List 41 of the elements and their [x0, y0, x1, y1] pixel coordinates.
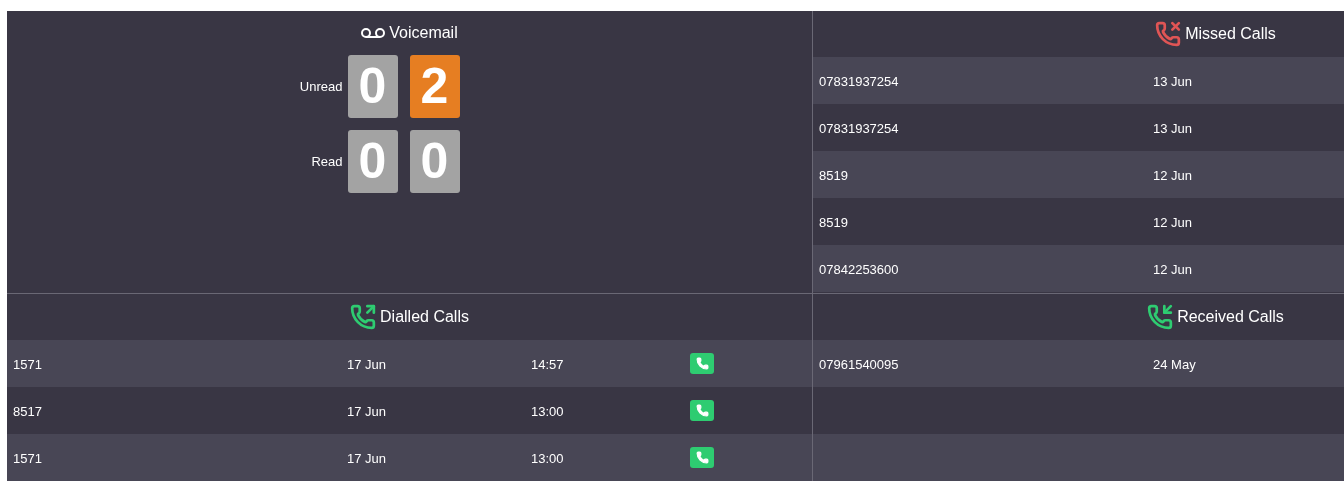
panel-title: Voicemail — [389, 23, 458, 43]
phone-number: 07961540095 — [819, 356, 899, 374]
phone-number: 8519 — [819, 167, 848, 185]
phone-number: 07831937254 — [819, 73, 899, 91]
call-button[interactable] — [690, 400, 714, 421]
phone-number: 07831937254 — [819, 120, 899, 138]
panel-title: Received Calls — [1177, 307, 1284, 327]
call-time: 13:00 — [531, 450, 564, 468]
call-date: 12 Jun — [1153, 261, 1193, 279]
call-time: 13:00 — [531, 403, 564, 421]
panel-title: Missed Calls — [1185, 24, 1276, 44]
call-date: 17 Jun — [347, 450, 387, 468]
call-date: 17 Jun — [347, 356, 387, 374]
call-button[interactable] — [690, 447, 714, 468]
phone-icon — [695, 451, 709, 464]
panel-title: Dialled Calls — [380, 307, 469, 327]
count-digit: 0 — [409, 130, 460, 193]
phone-icon — [695, 404, 709, 417]
call-date: 24 May — [1153, 356, 1196, 374]
voicemail-icon — [361, 28, 386, 38]
count-label: Read — [310, 152, 344, 171]
phone-number: 1571 — [13, 450, 42, 468]
call-date: 12 Jun — [1153, 214, 1193, 232]
count-digit: 0 — [347, 55, 398, 118]
phone-number: 07842253600 — [819, 261, 899, 279]
phone-number: 8519 — [819, 214, 848, 232]
call-date: 17 Jun — [347, 403, 387, 421]
phone-icon — [695, 357, 709, 370]
call-date: 13 Jun — [1153, 73, 1193, 91]
call-time: 14:57 — [531, 356, 564, 374]
call-date: 13 Jun — [1153, 120, 1193, 138]
phone-number: 1571 — [13, 356, 42, 374]
call-date: 12 Jun — [1153, 167, 1193, 185]
outgoing-call-icon — [350, 304, 377, 330]
phone-number: 8517 — [13, 403, 42, 421]
missed-call-icon — [1155, 21, 1182, 47]
call-button[interactable] — [690, 353, 714, 374]
incoming-call-icon — [1147, 304, 1174, 330]
count-digit: 0 — [347, 130, 398, 193]
count-label: Unread — [298, 77, 344, 96]
count-digit: 2 — [409, 55, 460, 118]
